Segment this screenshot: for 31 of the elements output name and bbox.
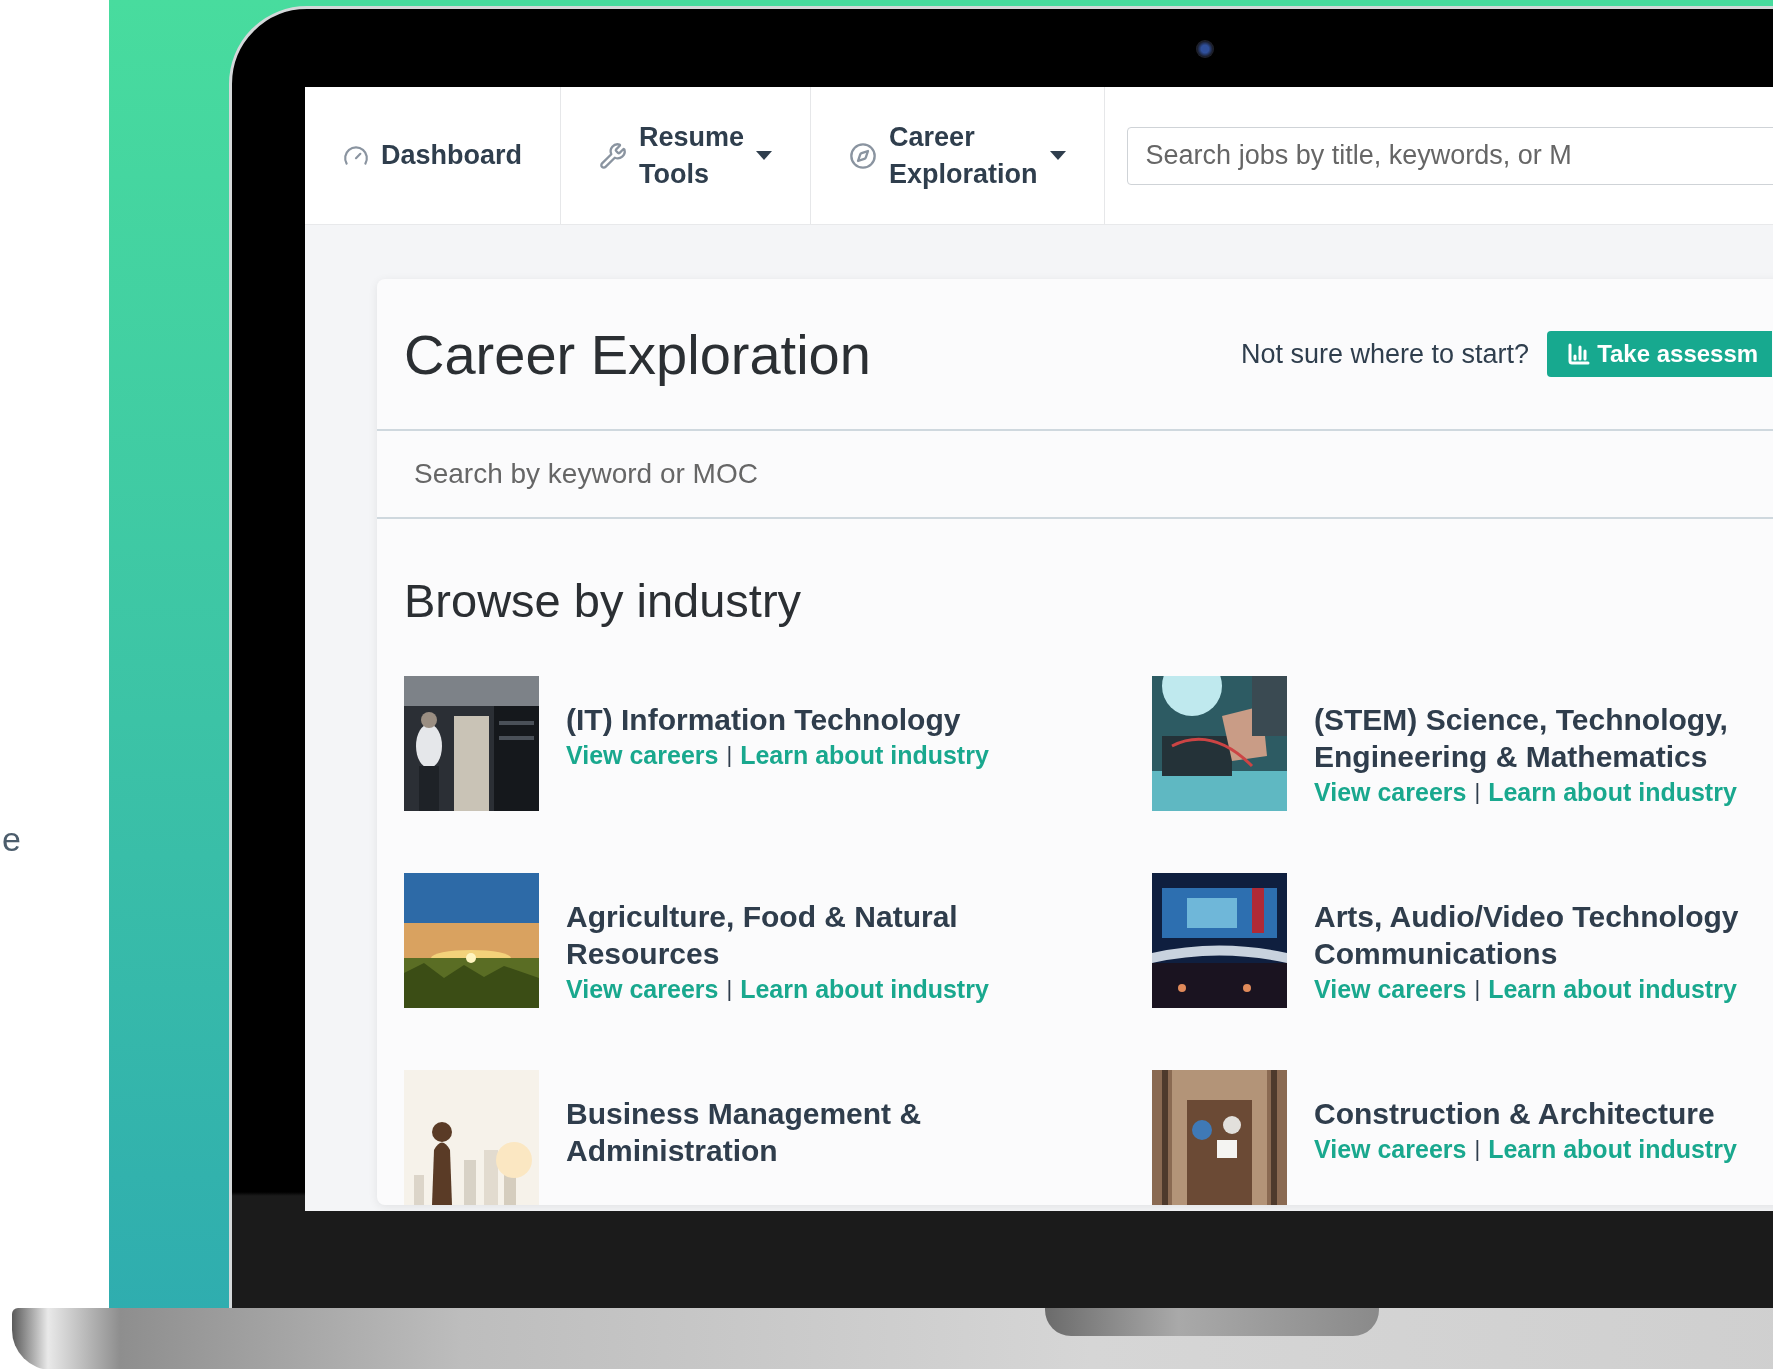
separator: | (1474, 976, 1481, 1003)
industry-title: Arts, Audio/Video Technology Communications (1314, 899, 1740, 972)
page-title: Career Exploration (404, 321, 872, 387)
search-field[interactable]: Search by keyword or MOC (377, 431, 1773, 519)
prompt-text: Not sure where to start? (1241, 338, 1530, 370)
link[interactable]: Learn about industry (740, 740, 989, 770)
link[interactable]: View careers (1314, 777, 1467, 807)
separator: | (1474, 779, 1481, 806)
compass-icon (849, 141, 878, 170)
separator: | (1474, 1136, 1481, 1163)
section-title: Browse by industry (404, 573, 803, 628)
link[interactable]: View careers (1314, 1134, 1467, 1164)
industry-title: (STEM) Science, Technology, Engineering & Mathematics (1314, 702, 1729, 775)
search-field[interactable]: Search jobs by title, keywords, or M (1126, 126, 1773, 185)
side-text: e (2, 820, 21, 859)
industry-title: Construction & Architecture (1314, 1096, 1716, 1132)
industry-title: Business Management & Administration (566, 1096, 923, 1169)
link[interactable]: Learn about industry (1488, 974, 1737, 1004)
link[interactable]: Learn about industry (740, 974, 989, 1004)
link[interactable]: View careers (566, 740, 719, 770)
separator: | (726, 742, 733, 769)
wrench-icon (599, 141, 628, 170)
link[interactable]: View careers (566, 974, 719, 1004)
link[interactable]: Learn about industry (1488, 1134, 1737, 1164)
industry-title: (IT) Information Technology (566, 702, 962, 738)
industry-title: Agriculture, Food & Natural Resources (566, 899, 959, 972)
chart-icon (1567, 342, 1592, 366)
assessment-button[interactable]: Take assessm (1547, 331, 1773, 377)
link[interactable]: Learn about industry (1488, 777, 1737, 807)
link[interactable]: View careers (1314, 974, 1467, 1004)
separator: | (726, 976, 733, 1003)
